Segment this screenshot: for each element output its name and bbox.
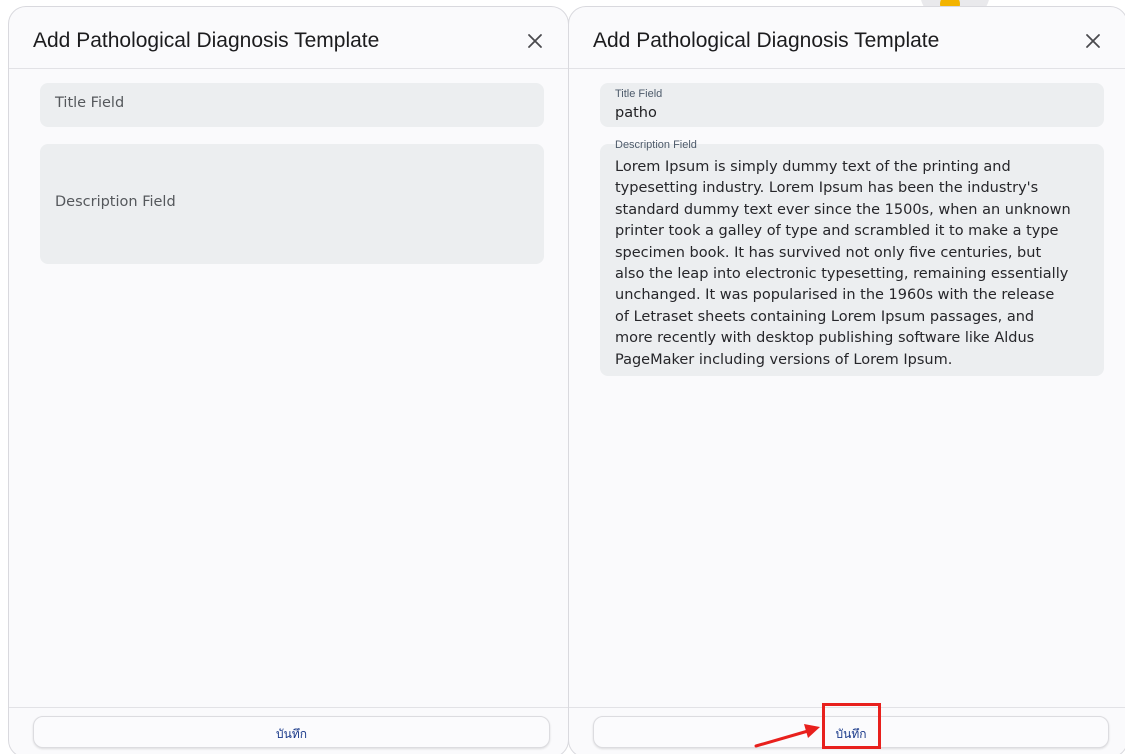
add-template-dialog-filled: Add Pathological Diagnosis Template Titl…: [568, 6, 1125, 754]
add-template-dialog-empty: Add Pathological Diagnosis Template Titl…: [8, 6, 569, 754]
dialog-title: Add Pathological Diagnosis Template: [593, 29, 940, 52]
description-field-placeholder: Description Field: [55, 194, 176, 210]
close-button[interactable]: [523, 29, 547, 53]
description-field-label: Description Field: [615, 139, 697, 151]
close-icon: [1086, 34, 1100, 48]
title-field[interactable]: Title Field: [40, 83, 544, 127]
description-field-value: Lorem Ipsum is simply dummy text of the …: [615, 159, 1071, 368]
save-button[interactable]: บันทึก: [33, 716, 550, 748]
annotation-arrow-icon: [754, 724, 820, 748]
dialog-header: Add Pathological Diagnosis Template: [9, 7, 568, 69]
close-button[interactable]: [1081, 29, 1105, 53]
save-button-label: บันทึก: [276, 727, 307, 741]
description-field[interactable]: Description Field Lorem Ipsum is simply …: [600, 139, 1104, 376]
title-field-label: Title Field: [615, 88, 663, 100]
title-field-value: patho: [615, 105, 657, 121]
dialog-footer: บันทึก: [9, 707, 568, 754]
description-field[interactable]: Description Field: [40, 144, 544, 264]
close-icon: [528, 34, 542, 48]
title-field-placeholder: Title Field: [55, 95, 125, 111]
screen: Add Pathological Diagnosis Template Titl…: [0, 0, 1125, 754]
annotation-highlight-box: [822, 703, 881, 749]
dialog-title: Add Pathological Diagnosis Template: [33, 29, 380, 52]
dialog-header: Add Pathological Diagnosis Template: [569, 7, 1125, 69]
title-field[interactable]: Title Field patho: [600, 83, 1104, 127]
